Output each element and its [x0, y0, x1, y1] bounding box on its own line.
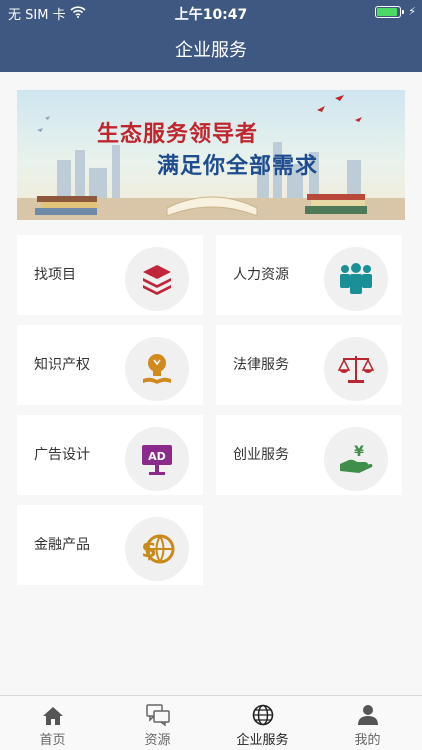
service-label: 创业服务: [233, 447, 289, 463]
service-card-legal[interactable]: 法律服务: [216, 325, 402, 405]
tab-me[interactable]: 我的: [315, 696, 420, 750]
svg-text:AD: AD: [148, 450, 166, 463]
page-title: 企业服务: [175, 40, 247, 61]
banner-headline: 生态服务领导者: [97, 122, 259, 147]
service-label: 知识产权: [34, 357, 90, 373]
service-card-startup[interactable]: 创业服务 ¥: [216, 415, 402, 495]
banner-subheadline: 满足你全部需求: [157, 154, 319, 179]
user-icon: [315, 696, 420, 726]
service-label: 找项目: [34, 267, 76, 283]
chat-bubbles-icon: [105, 696, 210, 726]
globe-icon: [210, 696, 315, 726]
service-label: 金融产品: [34, 537, 90, 553]
tab-enterprise-services[interactable]: 企业服务: [210, 696, 315, 750]
home-icon: [0, 696, 105, 726]
promo-banner[interactable]: 生态服务领导者 满足你全部需求: [17, 90, 405, 220]
svg-text:$: $: [141, 538, 156, 563]
tab-label: 我的: [354, 733, 381, 748]
dollar-globe-icon: $: [125, 517, 189, 581]
bottom-tab-bar: 首页 资源 企业服务 我的: [0, 695, 422, 750]
service-label: 人力资源: [233, 267, 289, 283]
service-card-finance[interactable]: 金融产品 $: [17, 505, 203, 585]
people-icon: [324, 247, 388, 311]
service-card-ip[interactable]: 知识产权: [17, 325, 203, 405]
tab-resources[interactable]: 资源: [105, 696, 210, 750]
ad-board-icon: AD: [125, 427, 189, 491]
service-card-find-project[interactable]: 找项目: [17, 235, 203, 315]
status-bar: 无 SIM 卡 上午10:47 ⚡: [0, 0, 422, 24]
charging-icon: ⚡: [408, 5, 416, 18]
tab-home[interactable]: 首页: [0, 696, 105, 750]
service-card-ad-design[interactable]: 广告设计 AD: [17, 415, 203, 495]
layers-icon: [125, 247, 189, 311]
money-hand-icon: ¥: [324, 427, 388, 491]
tab-label: 首页: [39, 733, 66, 748]
scales-icon: [324, 337, 388, 401]
status-time: 上午10:47: [174, 7, 248, 23]
service-label: 法律服务: [233, 357, 289, 373]
tab-label: 资源: [144, 733, 171, 748]
tab-label: 企业服务: [236, 733, 289, 748]
service-label: 广告设计: [34, 447, 90, 463]
lightbulb-book-icon: [125, 337, 189, 401]
service-card-hr[interactable]: 人力资源: [216, 235, 402, 315]
battery-icon: [375, 5, 405, 18]
svg-text:¥: ¥: [354, 444, 364, 460]
top-bar: 无 SIM 卡 上午10:47 ⚡ 企业服务: [0, 0, 422, 72]
